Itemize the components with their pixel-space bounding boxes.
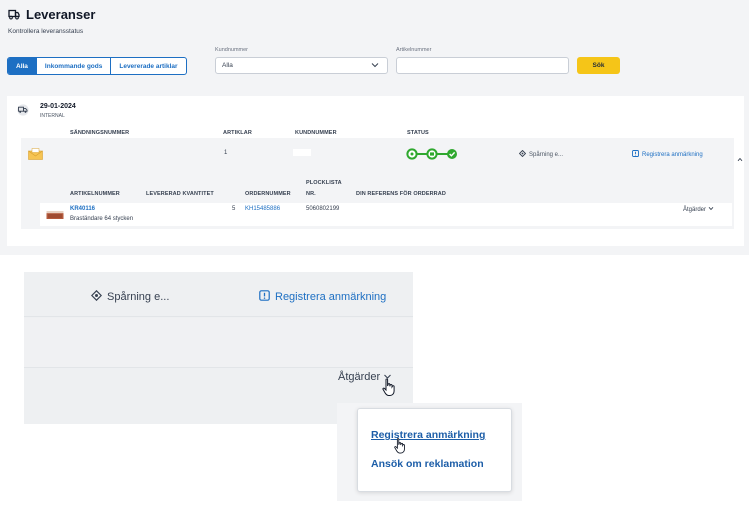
article-description: Braständare 64 stycken (70, 216, 134, 222)
tab-alla[interactable]: Alla (8, 58, 37, 74)
article-number-input[interactable] (396, 57, 569, 74)
envelope-icon (28, 147, 43, 165)
delivered-quantity: 5 (232, 206, 236, 212)
status-progress-icon (406, 147, 458, 165)
tracking-icon (90, 289, 103, 304)
customer-number-value: Alla (222, 62, 233, 69)
product-image (46, 207, 64, 225)
shipment-card: 29-01-2024 INTERNAL SÄNDNINGSNUMMER ARTI… (7, 96, 744, 246)
tracking-link[interactable]: Spårning e... (518, 149, 563, 159)
article-number-label: Artikelnummer (396, 47, 432, 53)
collapse-chevron-icon[interactable] (737, 149, 743, 167)
menu-item-apply-complaint[interactable]: Ansök om reklamation (371, 458, 484, 470)
tab-incoming-goods[interactable]: Inkommande gods (37, 58, 112, 74)
hand-cursor-icon (393, 437, 407, 460)
col-pick-list: PLOCKLISTA (306, 180, 342, 186)
zoom-spacer-row (24, 318, 413, 368)
col-delivered-qty: LEVERERAD KVANTITET (146, 191, 214, 197)
remark-icon (632, 150, 639, 159)
page-title: Leveranser (26, 7, 96, 22)
col-status: STATUS (407, 130, 429, 136)
filter-tabs: Alla Inkommande gods Levererade artiklar (7, 57, 187, 75)
col-order-number: ORDERNUMMER (245, 191, 291, 197)
customer-number-select[interactable]: Alla (215, 57, 388, 74)
customer-number-label: Kundnummer (215, 47, 249, 53)
delivery-truck-icon (16, 103, 30, 121)
col-your-reference: DIN REFERENS FÖR ORDERRAD (356, 191, 446, 197)
customer-number-blank (293, 149, 311, 156)
tracking-icon (518, 149, 527, 159)
chevron-down-icon (708, 206, 714, 213)
shipment-date: 29-01-2024 (40, 103, 76, 110)
actions-dropdown[interactable]: Åtgärder (683, 206, 714, 213)
chevron-down-icon (371, 62, 379, 70)
shipment-row[interactable] (21, 138, 734, 165)
actions-menu: Registrera anmärkning Ansök om reklamati… (357, 408, 512, 492)
zoom-tracking-link[interactable]: Spårning e... (90, 289, 169, 304)
tab-delivered-articles[interactable]: Levererade artiklar (111, 58, 185, 74)
col-articles: ARTIKLAR (223, 130, 252, 136)
search-button[interactable]: Sök (577, 57, 620, 74)
article-number-link[interactable]: KR40116 (70, 206, 95, 212)
page-subtitle: Kontrollera leveransstatus (8, 28, 84, 35)
deliveries-panel: Leveranser Kontrollera leveransstatus Al… (0, 0, 749, 255)
order-number-link[interactable]: KH15485886 (245, 206, 280, 212)
hand-cursor-icon (381, 378, 397, 402)
register-remark-link[interactable]: Registrera anmärkning (632, 150, 703, 159)
page-header: Leveranser (8, 7, 95, 22)
col-shipment-number: SÄNDNINGSNUMMER (70, 130, 130, 136)
shipment-type: INTERNAL (40, 113, 65, 119)
truck-icon (8, 9, 20, 20)
col-customer-number: KUNDNUMMER (295, 130, 337, 136)
zoom-register-remark-link[interactable]: Registrera anmärkning (259, 290, 386, 304)
shipment-articles-count: 1 (224, 150, 228, 156)
menu-item-register-remark[interactable]: Registrera anmärkning (371, 429, 485, 441)
article-row[interactable] (40, 203, 732, 226)
pick-list-number: 5060802199 (306, 206, 340, 212)
col-article-number: ARTIKELNUMMER (70, 191, 120, 197)
col-pick-list-nr: NR. (306, 191, 316, 197)
remark-icon (259, 290, 270, 304)
